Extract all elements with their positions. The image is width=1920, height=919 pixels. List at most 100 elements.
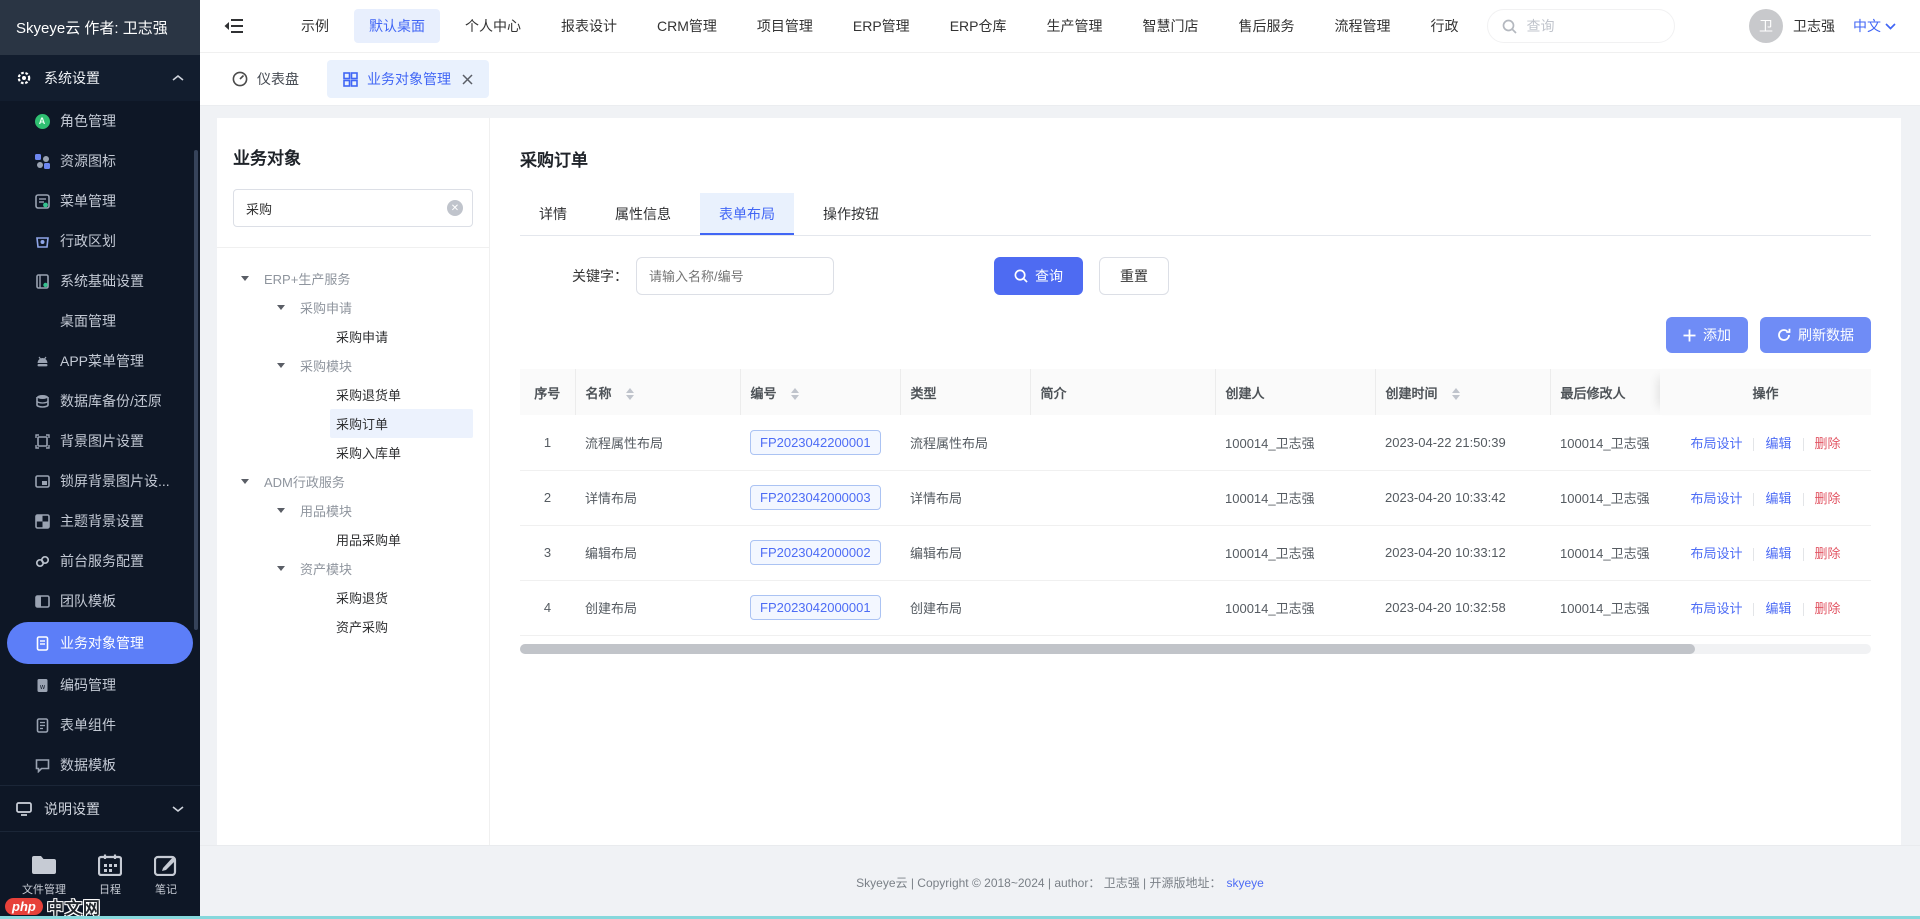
delete-link[interactable]: 删除 xyxy=(1815,546,1841,561)
avatar[interactable]: 卫 xyxy=(1749,9,1783,43)
nav-item-production[interactable]: 生产管理 xyxy=(1031,9,1117,43)
edit-link[interactable]: 编辑 xyxy=(1765,601,1791,616)
code-badge[interactable]: FP2023042000002 xyxy=(750,540,881,565)
tree-node-purchase-module[interactable]: 采购模块 xyxy=(233,351,473,380)
sort-control[interactable] xyxy=(1452,388,1460,400)
tab-details[interactable]: 详情 xyxy=(520,193,586,235)
tab-attribute-info[interactable]: 属性信息 xyxy=(596,193,690,235)
sidebar-collapse-icon[interactable] xyxy=(224,18,244,34)
tab-dashboard[interactable]: 仪表盘 xyxy=(216,60,315,98)
nav-item-erp-warehouse[interactable]: ERP仓库 xyxy=(935,9,1022,43)
nav-item-after-sales[interactable]: 售后服务 xyxy=(1223,9,1309,43)
layout-design-link[interactable]: 布局设计 xyxy=(1690,546,1742,561)
delete-link[interactable]: 删除 xyxy=(1815,601,1841,616)
tree-node-purchase-request-group[interactable]: 采购申请 xyxy=(233,293,473,322)
nav-item-example[interactable]: 示例 xyxy=(286,9,344,43)
table-row: 4 创建布局 FP2023042000001 创建布局 100014_卫志强 2… xyxy=(520,580,1871,635)
sort-control[interactable] xyxy=(626,388,634,400)
sidebar-item-business-objects[interactable]: 业务对象管理 xyxy=(7,622,193,664)
tab-action-buttons[interactable]: 操作按钮 xyxy=(804,193,898,235)
dock-notes[interactable]: 笔记 xyxy=(154,854,178,897)
caret-down-icon[interactable] xyxy=(277,305,285,310)
tree-node-purchase-inbound[interactable]: 采购入库单 xyxy=(233,438,473,467)
tree-node-asset-purchase[interactable]: 资产采购 xyxy=(233,612,473,641)
scrollbar-thumb[interactable] xyxy=(520,644,1695,654)
sidebar-item-admin-region[interactable]: 行政区划 xyxy=(0,221,200,261)
tree-node-purchase-request[interactable]: 采购申请 xyxy=(233,322,473,351)
sidebar-item-frontend-config[interactable]: 前台服务配置 xyxy=(0,541,200,581)
dock-calendar[interactable]: 日程 xyxy=(98,854,122,897)
tree-node-asset-module[interactable]: 资产模块 xyxy=(233,554,473,583)
sidebar-item-app-menu[interactable]: APP菜单管理 xyxy=(0,341,200,381)
code-badge[interactable]: FP2023042000001 xyxy=(750,595,881,620)
sidebar-item-db-backup[interactable]: 数据库备份/还原 xyxy=(0,381,200,421)
tree-search-input[interactable] xyxy=(233,189,473,227)
caret-down-icon[interactable] xyxy=(241,276,249,281)
sidebar-section-system-settings[interactable]: 系统设置 xyxy=(0,55,200,101)
nav-item-personal-center[interactable]: 个人中心 xyxy=(450,9,536,43)
nav-item-smart-store[interactable]: 智慧门店 xyxy=(1127,9,1213,43)
keyword-input[interactable] xyxy=(636,257,834,295)
tree-node-erp-production[interactable]: ERP+生产服务 xyxy=(233,264,473,293)
query-button[interactable]: 查询 xyxy=(994,257,1083,295)
add-button[interactable]: 添加 xyxy=(1666,317,1748,353)
tree-node-supplies-purchase[interactable]: 用品采购单 xyxy=(233,525,473,554)
tree-node-purchase-order[interactable]: 采购订单 xyxy=(233,409,473,438)
nav-item-default-desktop[interactable]: 默认桌面 xyxy=(354,9,440,43)
tree-node-supplies-module[interactable]: 用品模块 xyxy=(233,496,473,525)
nav-item-administration[interactable]: 行政 xyxy=(1415,9,1473,43)
code-badge[interactable]: FP2023042000003 xyxy=(750,485,881,510)
nav-item-crm[interactable]: CRM管理 xyxy=(642,9,732,43)
sidebar-item-encode-management[interactable]: w 编码管理 xyxy=(0,665,200,705)
nav-item-workflow[interactable]: 流程管理 xyxy=(1319,9,1405,43)
global-search-input[interactable]: 查询 xyxy=(1487,9,1675,43)
nav-item-project[interactable]: 项目管理 xyxy=(742,9,828,43)
layout-design-link[interactable]: 布局设计 xyxy=(1690,436,1742,451)
sidebar-item-theme-bg[interactable]: 主题背景设置 xyxy=(0,501,200,541)
edit-link[interactable]: 编辑 xyxy=(1765,546,1791,561)
horizontal-scrollbar[interactable] xyxy=(520,644,1871,654)
footer-text: Skyeye云 | Copyright © 2018~2024 | author… xyxy=(856,874,1221,891)
edit-link[interactable]: 编辑 xyxy=(1765,491,1791,506)
sidebar-item-team-template[interactable]: 团队模板 xyxy=(0,581,200,621)
language-switcher[interactable]: 中文 xyxy=(1853,16,1896,36)
caret-down-icon[interactable] xyxy=(241,479,249,484)
edit-link[interactable]: 编辑 xyxy=(1765,436,1791,451)
delete-link[interactable]: 删除 xyxy=(1815,436,1841,451)
layout-design-link[interactable]: 布局设计 xyxy=(1690,491,1742,506)
footer-link[interactable]: skyeye xyxy=(1226,876,1263,890)
refresh-button[interactable]: 刷新数据 xyxy=(1760,317,1871,353)
close-icon[interactable] xyxy=(462,74,473,85)
clear-icon[interactable]: ✕ xyxy=(447,200,463,216)
tab-form-layout[interactable]: 表单布局 xyxy=(700,193,794,235)
sidebar-item-data-templates[interactable]: 数据模板 xyxy=(0,745,200,785)
sidebar-section-project-planning[interactable]: 项目业务规划 xyxy=(0,831,200,845)
caret-down-icon[interactable] xyxy=(277,566,285,571)
tree-node-purchase-return[interactable]: 采购退货 xyxy=(233,583,473,612)
sidebar-item-system-base[interactable]: 系统基础设置 xyxy=(0,261,200,301)
caret-down-icon[interactable] xyxy=(277,508,285,513)
sort-control[interactable] xyxy=(791,388,799,400)
sidebar-item-bg-image[interactable]: 背景图片设置 xyxy=(0,421,200,461)
sidebar-item-desktop-management[interactable]: 桌面管理 xyxy=(0,301,200,341)
delete-link[interactable]: 删除 xyxy=(1815,491,1841,506)
sidebar-section-description-settings[interactable]: 说明设置 xyxy=(0,785,200,831)
form-component-icon xyxy=(34,717,50,733)
user-name[interactable]: 卫志强 xyxy=(1793,16,1835,36)
layout-design-link[interactable]: 布局设计 xyxy=(1690,601,1742,616)
tab-business-object-management[interactable]: 业务对象管理 xyxy=(327,60,489,98)
reset-button[interactable]: 重置 xyxy=(1099,257,1169,295)
dock-file-manager[interactable]: 文件管理 xyxy=(22,854,66,897)
nav-item-erp[interactable]: ERP管理 xyxy=(838,9,925,43)
nav-item-report-design[interactable]: 报表设计 xyxy=(546,9,632,43)
sidebar-item-resource-icons[interactable]: 资源图标 xyxy=(0,141,200,181)
tree-node-adm-service[interactable]: ADM行政服务 xyxy=(233,467,473,496)
sidebar-item-menu-management[interactable]: 菜单管理 xyxy=(0,181,200,221)
sidebar-item-roles[interactable]: A 角色管理 xyxy=(0,101,200,141)
sidebar-scrollbar[interactable] xyxy=(194,150,198,630)
code-badge[interactable]: FP2023042200001 xyxy=(750,430,881,455)
caret-down-icon[interactable] xyxy=(277,363,285,368)
sidebar-item-form-components[interactable]: 表单组件 xyxy=(0,705,200,745)
tree-node-purchase-return-order[interactable]: 采购退货单 xyxy=(233,380,473,409)
sidebar-item-lockscreen-bg[interactable]: 锁屏背景图片设... xyxy=(0,461,200,501)
